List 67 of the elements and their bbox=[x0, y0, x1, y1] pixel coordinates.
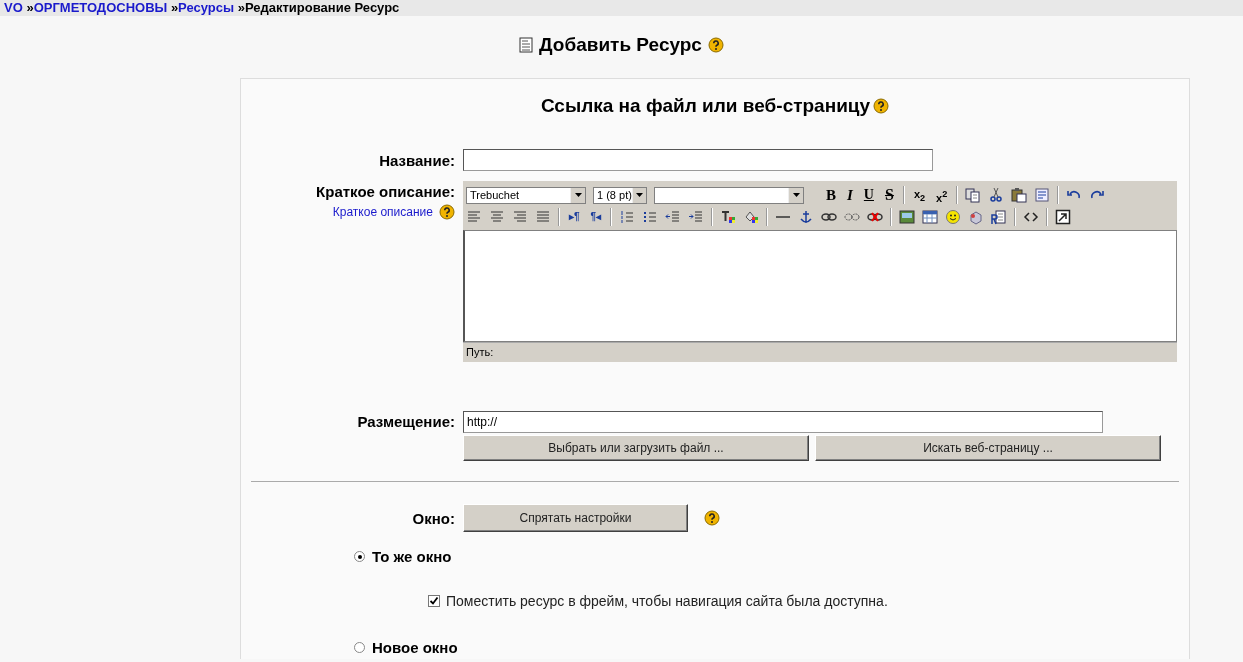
help-icon[interactable] bbox=[873, 98, 890, 114]
align-justify-icon[interactable] bbox=[535, 209, 551, 225]
breadcrumb-link[interactable]: VO bbox=[4, 0, 23, 15]
help-link[interactable]: Краткое описание bbox=[332, 205, 433, 219]
breadcrumb-link[interactable]: Ресурсы bbox=[178, 0, 235, 15]
text-editor-area[interactable] bbox=[463, 230, 1177, 342]
toggle-settings-button[interactable]: Спрятать настройки bbox=[463, 504, 688, 532]
breadcrumb-separator: » bbox=[26, 0, 34, 15]
paste-icon[interactable] bbox=[1011, 187, 1028, 203]
location-field[interactable]: http:// bbox=[463, 411, 1103, 433]
cut-icon[interactable] bbox=[988, 187, 1005, 203]
field-label: Размещение: bbox=[356, 412, 455, 432]
align-right-icon[interactable] bbox=[512, 209, 528, 225]
option-label: Новое окно bbox=[372, 639, 458, 656]
dropdown-caret-icon bbox=[635, 193, 643, 197]
underline-button[interactable]: U bbox=[861, 186, 876, 204]
strikethrough-button[interactable]: S bbox=[883, 186, 896, 204]
checkbox-label: Поместить ресурс в фрейм, чтобы навигация сайта была доступна. bbox=[446, 593, 888, 609]
help-icon[interactable] bbox=[704, 510, 720, 526]
document-icon bbox=[519, 37, 534, 53]
dropdown-caret-icon bbox=[574, 193, 582, 197]
option-label: То же окно bbox=[372, 548, 452, 565]
italic-button[interactable]: I bbox=[845, 186, 855, 204]
font-dropdown[interactable]: Trebuchet bbox=[466, 186, 586, 204]
left-to-right-button[interactable]: ▸¶ bbox=[567, 208, 582, 226]
format-dropdown[interactable] bbox=[654, 186, 804, 204]
breadcrumb-separator: » bbox=[170, 0, 179, 15]
form-title: Ссылка на файл или веб-страницу bbox=[540, 95, 871, 117]
superscript-button[interactable]: x$^{2}$ bbox=[934, 186, 950, 204]
indent-icon[interactable] bbox=[688, 209, 705, 225]
table-icon[interactable] bbox=[922, 209, 939, 225]
dropdown-caret-icon bbox=[792, 193, 800, 197]
align-left-icon[interactable] bbox=[466, 209, 482, 225]
copy-icon[interactable] bbox=[965, 187, 982, 203]
radio-button[interactable] bbox=[354, 551, 365, 562]
breadcrumb-current: Редактирование Ресурс bbox=[244, 0, 400, 15]
numbered-list-icon[interactable] bbox=[619, 209, 636, 225]
document-icon[interactable] bbox=[1034, 187, 1051, 203]
dialog-button[interactable]: Выбрать или загрузить файл ... bbox=[463, 435, 809, 461]
fullscreen-icon[interactable] bbox=[1055, 209, 1072, 225]
bullet-list-icon[interactable] bbox=[642, 209, 659, 225]
bucket-icon[interactable] bbox=[743, 209, 760, 225]
path-label: Путь: bbox=[466, 346, 494, 358]
page-title: Добавить Ресурс bbox=[539, 34, 702, 56]
dialog-button[interactable]: Искать веб-страницу ... bbox=[815, 435, 1161, 461]
help-icon[interactable] bbox=[707, 37, 724, 53]
help-icon[interactable] bbox=[439, 204, 455, 220]
size-dropdown[interactable]: 1 (8 pt) bbox=[593, 186, 647, 204]
field-label: Окно: bbox=[411, 509, 455, 527]
field-label: Краткое описание: bbox=[316, 183, 455, 200]
subscript-button[interactable]: x$_{2}$ bbox=[911, 186, 928, 204]
checkbox[interactable] bbox=[428, 595, 440, 607]
breadcrumb-separator: » bbox=[237, 0, 245, 15]
name-field[interactable] bbox=[463, 149, 933, 171]
outdent-icon[interactable] bbox=[665, 209, 682, 225]
align-center-icon[interactable] bbox=[489, 209, 505, 225]
shapes-icon[interactable] bbox=[968, 209, 985, 225]
image-icon[interactable] bbox=[899, 209, 916, 225]
radio-button[interactable] bbox=[354, 642, 365, 653]
paste-document-icon[interactable] bbox=[991, 209, 1008, 225]
smiley-icon[interactable] bbox=[945, 209, 962, 225]
field-label: Название: bbox=[378, 151, 455, 169]
anchor-icon[interactable] bbox=[798, 209, 815, 225]
breadcrumb-link[interactable]: ОРГМЕТОДОСНОВЫ bbox=[33, 0, 168, 15]
text-color-icon[interactable] bbox=[720, 209, 737, 225]
bold-button[interactable]: B bbox=[824, 186, 838, 204]
right-to-left-button[interactable]: ¶◂ bbox=[588, 208, 604, 226]
